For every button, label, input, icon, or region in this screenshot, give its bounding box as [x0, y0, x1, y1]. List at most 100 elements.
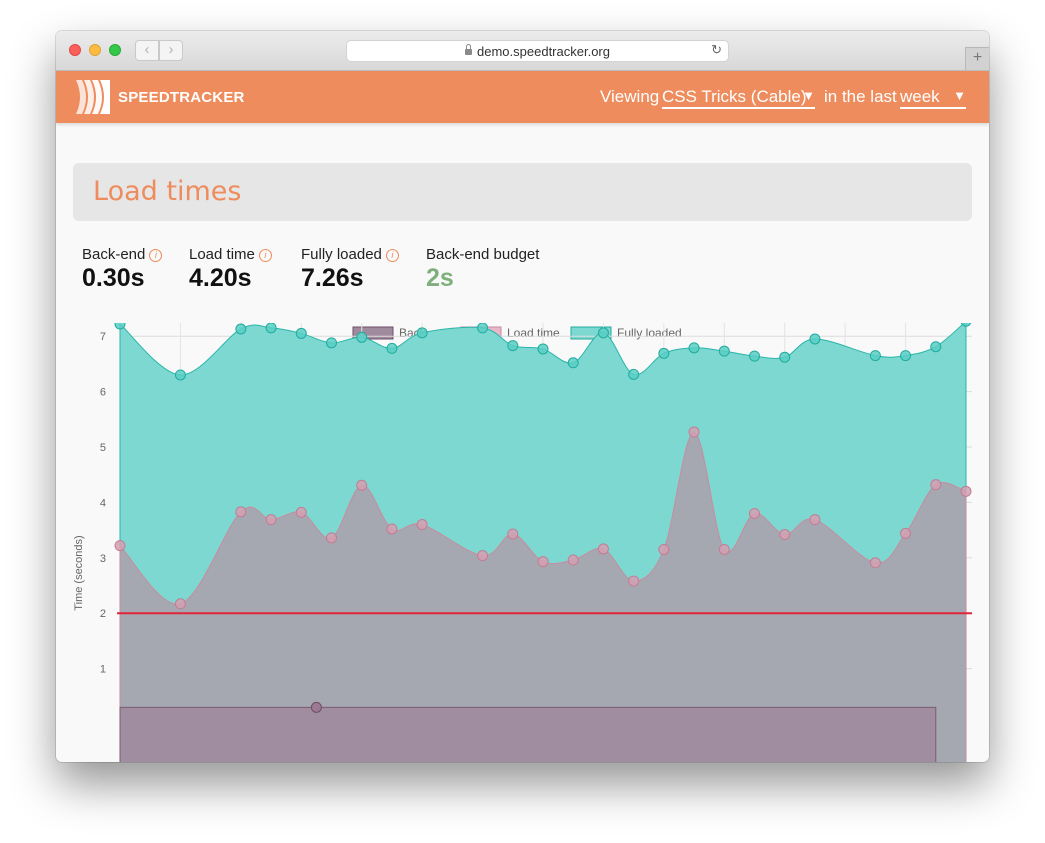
data-point[interactable]	[356, 479, 368, 491]
reload-icon[interactable]: ↻	[711, 42, 722, 58]
info-icon[interactable]: i	[258, 249, 272, 262]
data-point[interactable]	[174, 369, 186, 381]
address-bar[interactable]: demo.speedtracker.org ↻	[346, 40, 729, 62]
y-tick-label: 1	[100, 664, 106, 676]
data-point[interactable]	[869, 557, 881, 569]
back-button[interactable]: ‹	[135, 40, 159, 61]
data-point[interactable]	[567, 357, 579, 369]
data-point[interactable]	[658, 543, 670, 555]
data-point[interactable]	[718, 543, 730, 555]
y-tick-label: 6	[100, 387, 106, 399]
data-point[interactable]	[265, 514, 277, 526]
data-point[interactable]	[416, 519, 428, 531]
metric-value: 0.30s	[82, 264, 145, 292]
url-text: demo.speedtracker.org	[477, 44, 610, 59]
period-select[interactable]: week ▼	[900, 87, 966, 109]
close-window-button[interactable]	[69, 44, 81, 56]
logo-text[interactable]: SPEEDTRACKER	[118, 89, 245, 106]
chevron-right-icon: ›	[168, 41, 174, 58]
metric-label: Load time	[189, 246, 255, 263]
data-point[interactable]	[597, 327, 609, 339]
data-point[interactable]	[930, 341, 942, 353]
legend-label[interactable]: Fully loaded	[617, 326, 682, 340]
data-point[interactable]	[779, 529, 791, 541]
viewing-label: Viewing	[600, 87, 660, 106]
data-point[interactable]	[295, 506, 307, 518]
forward-button[interactable]: ›	[159, 40, 183, 61]
caret-down-icon: ▼	[802, 88, 815, 103]
series-area	[119, 706, 937, 762]
metric-back-end-budget: Back-end budget 2s	[426, 246, 539, 293]
legend-label[interactable]: Load time	[507, 326, 560, 340]
lock-icon	[465, 44, 473, 55]
data-point[interactable]	[718, 345, 730, 357]
data-point[interactable]	[749, 507, 760, 519]
info-icon[interactable]: i	[149, 249, 163, 262]
app-header: SPEEDTRACKER Viewing CSS Tricks (Cable) …	[56, 71, 989, 123]
data-point[interactable]	[265, 323, 277, 334]
data-point[interactable]	[507, 528, 519, 540]
metric-label: Fully loaded	[301, 246, 382, 263]
y-tick-label: 4	[100, 497, 106, 509]
section-card: Load times	[73, 163, 972, 221]
data-point[interactable]	[416, 327, 428, 339]
y-axis: 12345678	[100, 331, 106, 676]
data-point[interactable]	[507, 340, 519, 352]
metric-value: 7.26s	[301, 264, 364, 292]
y-axis-label: Time (seconds)	[73, 535, 85, 610]
profile-select-value: CSS Tricks (Cable)	[662, 87, 807, 106]
speedtracker-logo-icon[interactable]	[74, 80, 114, 114]
metric-back-end: Back-end i 0.30s	[82, 246, 163, 293]
data-point[interactable]	[114, 540, 126, 552]
data-point[interactable]	[597, 543, 609, 555]
new-tab-button[interactable]: +	[965, 47, 989, 70]
data-point[interactable]	[537, 556, 549, 568]
browser-window: ‹ › demo.speedtracker.org ↻ + SPEEDTRACK…	[56, 31, 989, 762]
section-title: Load times	[93, 176, 242, 207]
y-tick-label: 3	[100, 553, 106, 565]
data-point[interactable]	[235, 506, 247, 518]
data-point[interactable]	[477, 550, 489, 562]
data-point[interactable]	[567, 554, 579, 566]
data-point[interactable]	[809, 514, 821, 526]
data-point[interactable]	[477, 323, 489, 334]
period-label: in the last	[824, 87, 897, 106]
data-point[interactable]	[628, 575, 640, 587]
data-point[interactable]	[114, 323, 126, 330]
metric-label: Back-end budget	[426, 246, 540, 263]
data-point[interactable]	[310, 701, 322, 713]
data-point[interactable]	[628, 368, 640, 380]
y-tick-label: 7	[100, 331, 106, 343]
data-point[interactable]	[688, 342, 700, 354]
data-point[interactable]	[537, 343, 549, 355]
data-point[interactable]	[900, 527, 912, 539]
data-point[interactable]	[386, 342, 398, 354]
data-point[interactable]	[356, 331, 368, 343]
load-times-chart[interactable]: Back-endLoad timeFully loaded 12345678 T…	[56, 323, 989, 762]
caret-down-icon: ▼	[953, 88, 966, 103]
data-point[interactable]	[869, 350, 881, 362]
data-point[interactable]	[749, 350, 760, 362]
zoom-window-button[interactable]	[109, 44, 121, 56]
metric-value: 2s	[426, 264, 454, 292]
minimize-window-button[interactable]	[89, 44, 101, 56]
metric-value: 4.20s	[189, 264, 252, 292]
data-point[interactable]	[809, 333, 821, 345]
data-point[interactable]	[295, 327, 307, 339]
profile-select[interactable]: CSS Tricks (Cable) ▼	[662, 87, 815, 109]
chart-series	[119, 323, 967, 762]
data-point[interactable]	[235, 323, 247, 335]
data-point[interactable]	[658, 347, 670, 359]
data-point[interactable]	[960, 485, 972, 497]
data-point[interactable]	[930, 479, 942, 491]
data-point[interactable]	[326, 532, 337, 544]
data-point[interactable]	[900, 350, 912, 362]
data-point[interactable]	[174, 598, 186, 610]
y-tick-label: 5	[100, 442, 106, 454]
data-point[interactable]	[386, 523, 398, 535]
info-icon[interactable]: i	[385, 249, 399, 262]
data-point[interactable]	[326, 337, 337, 349]
data-point[interactable]	[779, 351, 791, 363]
metric-fully-loaded: Fully loaded i 7.26s	[301, 246, 399, 293]
data-point[interactable]	[688, 426, 700, 438]
